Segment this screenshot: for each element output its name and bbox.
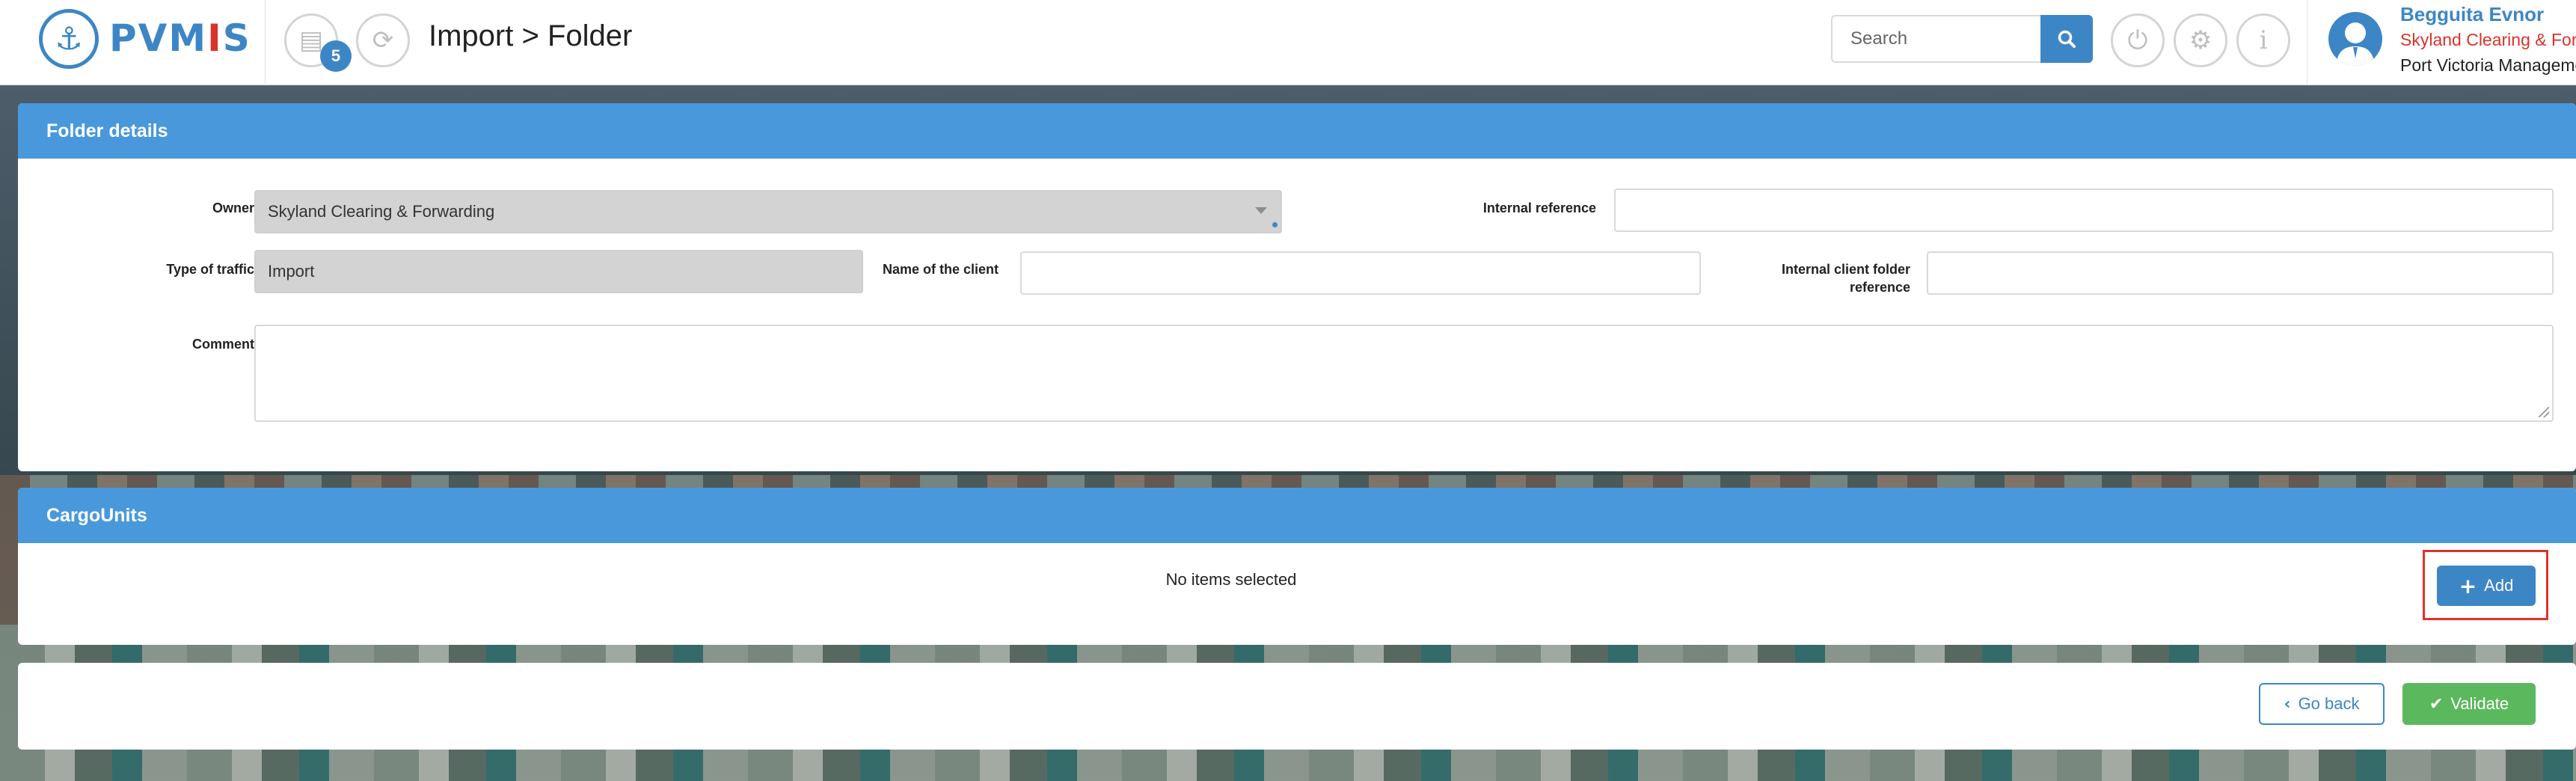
validate-button[interactable]: ✔ Validate [2402, 683, 2536, 725]
comment-label: Comment [191, 337, 254, 352]
refresh-button[interactable]: ⟳ [356, 13, 410, 67]
user-profile[interactable]: Begguita Evnor Skyland Clearing & Forwar… [2307, 0, 2576, 85]
actions-panel [18, 663, 2576, 750]
plus-icon: + [2459, 573, 2477, 598]
anchor-logo-icon: ⚓ [39, 9, 99, 69]
owner-label: Owner [212, 200, 254, 215]
name-of-client-field[interactable] [1020, 251, 1701, 295]
internal-client-folder-reference-label-line1: Internal client folder [1781, 262, 1910, 277]
validate-label: Validate [2450, 694, 2509, 713]
type-of-traffic-value: Import [268, 262, 315, 281]
refresh-icon: ⟳ [372, 25, 394, 55]
internal-reference-field[interactable] [1614, 189, 2554, 232]
comment-textarea[interactable] [254, 325, 2554, 422]
search-input[interactable] [1831, 15, 2042, 63]
info-button[interactable]: i [2236, 13, 2290, 67]
add-cargo-unit-button[interactable]: + Add [2437, 566, 2536, 606]
user-name: Begguita Evnor [2400, 3, 2545, 25]
internal-client-folder-reference-label: Internal client folder reference [1731, 260, 1910, 296]
internal-client-folder-reference-field[interactable] [1927, 251, 2554, 295]
logo-text: PVMIS [109, 16, 251, 60]
owner-select[interactable]: Skyland Clearing & Forwarding [254, 190, 1282, 233]
power-icon: ⏻ [2127, 25, 2148, 55]
resize-handle-icon[interactable] [2539, 407, 2549, 417]
type-of-traffic-label: Type of traffic [166, 262, 254, 277]
type-of-traffic-field: Import [254, 250, 863, 293]
cargo-units-panel: CargoUnits No items selected [18, 488, 2576, 645]
search-icon [2058, 30, 2076, 48]
gears-icon: ⚙ [2189, 25, 2212, 55]
avatar [2328, 12, 2382, 66]
chevron-left-icon: ‹ [2284, 694, 2291, 714]
required-indicator [1272, 222, 1278, 227]
go-back-label: Go back [2298, 694, 2360, 713]
empty-state-message: No items selected [1165, 570, 1297, 589]
page-title: Import > Folder [429, 19, 633, 52]
owner-value: Skyland Clearing & Forwarding [268, 202, 495, 221]
document-icon: ▤ [298, 25, 324, 55]
folder-details-title: Folder details [18, 103, 2576, 159]
search-button[interactable] [2040, 15, 2093, 63]
user-company: Skyland Clearing & Forwarding [2400, 30, 2576, 49]
folder-details-panel: Folder details Owner Skyland Clearing & … [18, 103, 2576, 471]
chevron-down-icon [1255, 207, 1267, 214]
info-icon: i [2259, 25, 2268, 55]
user-organization: Port Victoria Management [2400, 55, 2576, 75]
logout-button[interactable]: ⏻ [2111, 13, 2165, 67]
cargo-units-title: CargoUnits [18, 488, 2576, 543]
notification-badge: 5 [320, 40, 352, 72]
internal-reference-label: Internal reference [1482, 200, 1596, 215]
add-button-label: Add [2484, 576, 2514, 595]
go-back-button[interactable]: ‹ Go back [2259, 683, 2385, 725]
internal-client-folder-reference-label-line2: reference [1849, 280, 1910, 295]
settings-button[interactable]: ⚙ [2174, 13, 2227, 67]
top-header: ⚓ PVMIS ▤ 5 ⟳ Import > Folder ⏻ ⚙ i Begg… [0, 0, 2576, 85]
user-silhouette-icon [2336, 22, 2375, 66]
logo[interactable]: ⚓ PVMIS [0, 0, 266, 85]
check-icon: ✔ [2429, 694, 2444, 714]
